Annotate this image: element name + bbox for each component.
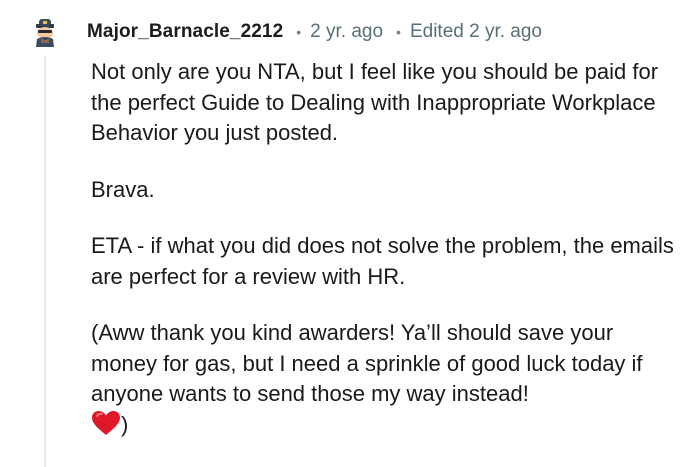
comment-paragraph: Brava. xyxy=(91,176,155,202)
comment-timestamp[interactable]: 2 yr. ago xyxy=(310,21,383,43)
comment-paragraph-text: (Aww thank you kind awarders! Ya’ll shou… xyxy=(91,320,643,406)
thread-line xyxy=(44,56,46,467)
meta-separator: • xyxy=(396,24,401,40)
edited-timestamp: Edited 2 yr. ago xyxy=(409,21,542,42)
comment-paragraph-last: (Aww thank you kind awarders! Ya’ll shou… xyxy=(91,318,681,440)
comment-body: Not only are you NTA, but I feel like yo… xyxy=(91,57,681,466)
comment-paragraph: ETA - if what you did does not solve the… xyxy=(91,233,674,289)
author-username[interactable]: Major_Barnacle_2212 xyxy=(87,21,283,43)
comment-meta: Major_Barnacle_2212 • 2 yr. ago • Edited… xyxy=(87,19,542,45)
heart-emoji-icon xyxy=(92,410,120,435)
user-avatar[interactable] xyxy=(32,17,58,47)
comment-paragraph: Not only are you NTA, but I feel like yo… xyxy=(91,59,659,145)
meta-separator: • xyxy=(296,24,302,40)
comment-paragraph-tail: ) xyxy=(121,411,129,437)
